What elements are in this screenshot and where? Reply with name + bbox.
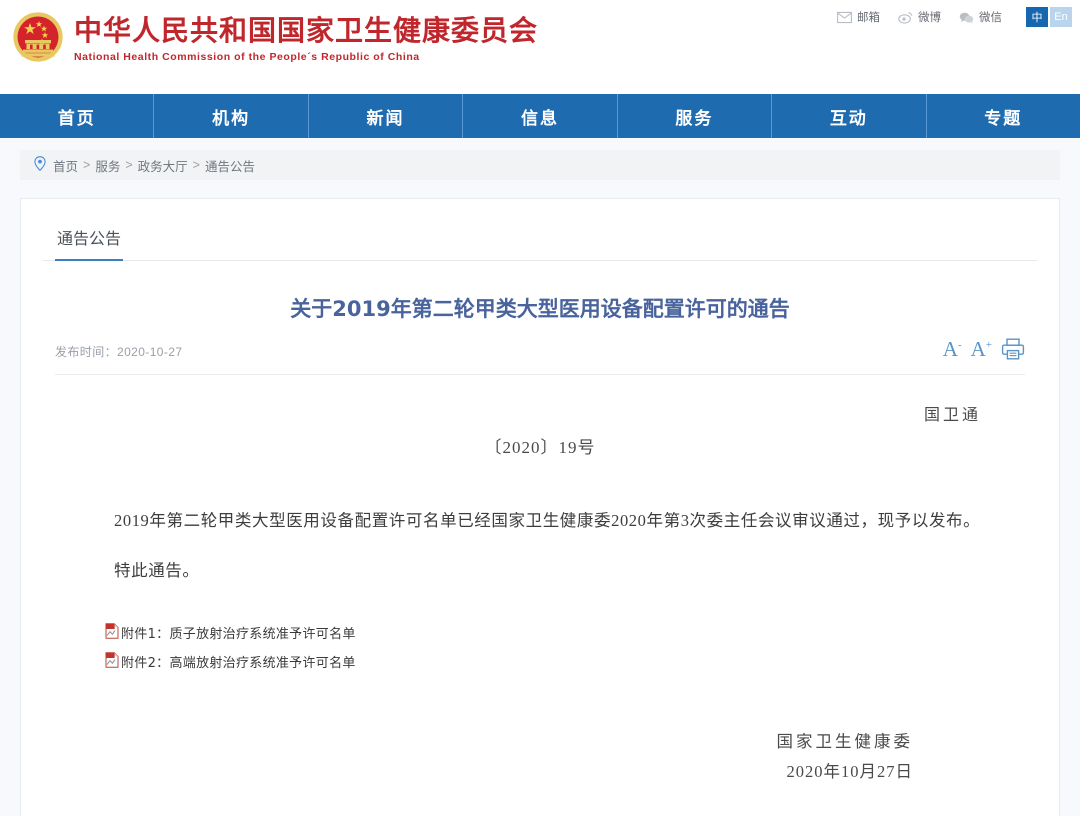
- document-agency-code: 国卫通: [81, 401, 999, 425]
- section-tab-bar: 通告公告: [43, 221, 1037, 261]
- main-navigation: 首页 机构 新闻 信息 服务 互动 专题: [0, 94, 1080, 138]
- nav-item-home[interactable]: 首页: [0, 94, 154, 138]
- nav-item-topics[interactable]: 专题: [927, 94, 1080, 138]
- nav-item-services[interactable]: 服务: [618, 94, 772, 138]
- breadcrumb-separator: >: [83, 158, 90, 172]
- pdf-file-icon: [105, 623, 121, 643]
- publish-time-value: 2020-10-27: [117, 345, 182, 359]
- breadcrumb-item-3[interactable]: 通告公告: [205, 156, 255, 175]
- font-decrease-button[interactable]: A-: [943, 339, 962, 360]
- brand-title-en: National Health Commission of the People…: [74, 51, 538, 63]
- document-paragraph-1: 2019年第二轮甲类大型医用设备配置许可名单已经国家卫生健康委2020年第3次委…: [81, 504, 999, 537]
- font-increase-sign: +: [986, 339, 992, 351]
- attachment-item[interactable]: 附件2：高端放射治疗系统准予许可名单: [105, 652, 999, 672]
- breadcrumb-item-1[interactable]: 服务: [95, 156, 120, 175]
- nav-item-interact[interactable]: 互动: [772, 94, 926, 138]
- wechat-icon: [959, 11, 974, 24]
- content-card: 通告公告 关于2019年第二轮甲类大型医用设备配置许可的通告 发布时间：2020…: [20, 198, 1060, 816]
- language-toggle: 中 En: [1024, 7, 1072, 27]
- signature-organization: 国家卫生健康委: [81, 728, 913, 752]
- util-link-wechat-label: 微信: [979, 9, 1002, 25]
- lang-button-en[interactable]: En: [1050, 7, 1072, 27]
- page-title: 关于2019年第二轮甲类大型医用设备配置许可的通告: [83, 295, 997, 324]
- breadcrumb-item-2[interactable]: 政务大厅: [138, 156, 188, 175]
- publish-time: 发布时间：2020-10-27: [55, 343, 182, 360]
- util-link-weibo[interactable]: 微博: [898, 9, 941, 25]
- nav-item-org[interactable]: 机构: [154, 94, 308, 138]
- nav-item-news[interactable]: 新闻: [309, 94, 463, 138]
- util-link-wechat[interactable]: 微信: [959, 9, 1002, 25]
- national-emblem-icon: [10, 10, 66, 66]
- attachment-item[interactable]: 附件1：质子放射治疗系统准予许可名单: [105, 623, 999, 643]
- font-decrease-letter: A: [943, 337, 958, 361]
- signature-date: 2020年10月27日: [81, 758, 913, 782]
- breadcrumb-item-0[interactable]: 首页: [53, 156, 78, 175]
- document-paragraph-2: 特此通告。: [81, 554, 999, 587]
- site-header: 中华人民共和国国家卫生健康委员会 National Health Commiss…: [0, 0, 1080, 94]
- publish-time-label: 发布时间：: [55, 345, 117, 359]
- font-decrease-sign: -: [958, 339, 962, 351]
- breadcrumb: 首页 > 服务 > 政务大厅 > 通告公告: [20, 150, 1060, 180]
- document-number: 〔2020〕19号: [81, 433, 999, 458]
- util-link-mail-label: 邮箱: [857, 9, 880, 25]
- pdf-file-icon: [105, 652, 121, 672]
- util-link-mail[interactable]: 邮箱: [837, 9, 880, 25]
- breadcrumb-wrapper: 首页 > 服务 > 政务大厅 > 通告公告: [0, 138, 1080, 180]
- tab-announcements[interactable]: 通告公告: [55, 221, 123, 261]
- article-tools: A- A+: [943, 338, 1025, 360]
- site-brand[interactable]: 中华人民共和国国家卫生健康委员会 National Health Commiss…: [0, 0, 538, 66]
- header-utility-bar: 邮箱 微博 微信 中: [837, 7, 1072, 27]
- mail-icon: [837, 11, 852, 24]
- document-signature: 国家卫生健康委 2020年10月27日: [81, 728, 999, 782]
- attachment-link-1[interactable]: 附件1：质子放射治疗系统准予许可名单: [121, 623, 356, 642]
- font-increase-button[interactable]: A+: [971, 339, 992, 360]
- article-meta-row: 发布时间：2020-10-27 A- A+: [55, 338, 1025, 375]
- lang-button-zh[interactable]: 中: [1026, 7, 1048, 27]
- util-link-weibo-label: 微博: [918, 9, 941, 25]
- breadcrumb-separator: >: [193, 158, 200, 172]
- nav-item-info[interactable]: 信息: [463, 94, 617, 138]
- attachment-link-2[interactable]: 附件2：高端放射治疗系统准予许可名单: [121, 652, 356, 671]
- brand-title-cn: 中华人民共和国国家卫生健康委员会: [74, 14, 538, 47]
- printer-icon[interactable]: [1001, 338, 1025, 360]
- attachment-list: 附件1：质子放射治疗系统准予许可名单 附件2：高端放射治疗系统准予许可名单: [81, 623, 999, 672]
- location-pin-icon: [34, 156, 53, 174]
- weibo-icon: [898, 11, 913, 24]
- font-increase-letter: A: [971, 337, 986, 361]
- document-body: 国卫通 〔2020〕19号 2019年第二轮甲类大型医用设备配置许可名单已经国家…: [43, 401, 1037, 782]
- brand-text-group: 中华人民共和国国家卫生健康委员会 National Health Commiss…: [74, 10, 538, 63]
- breadcrumb-separator: >: [125, 158, 132, 172]
